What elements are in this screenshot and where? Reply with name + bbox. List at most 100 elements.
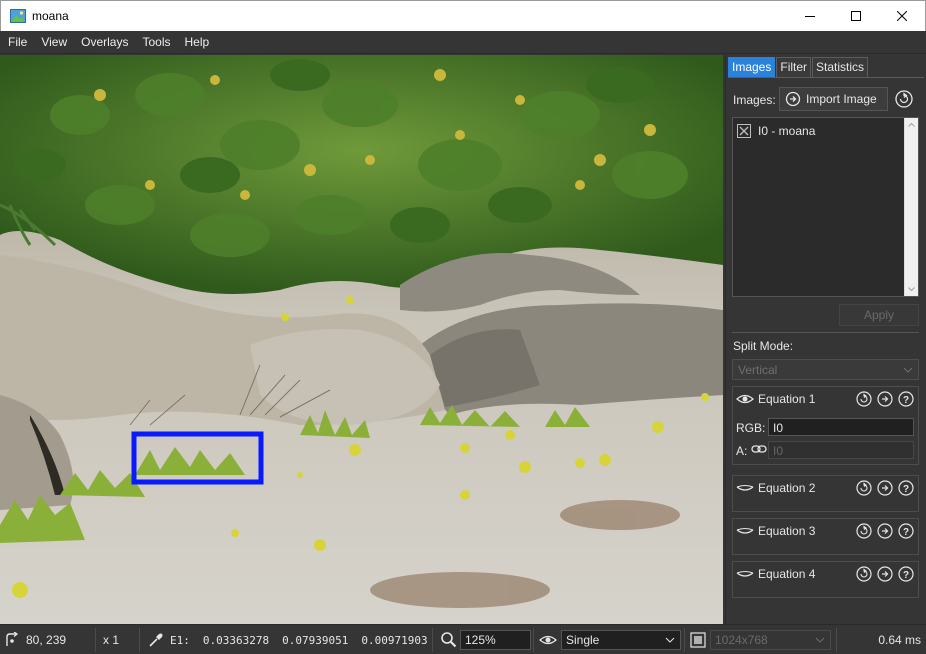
minimize-icon <box>805 16 815 17</box>
right-panel: Images Filter Statistics Images: Import … <box>725 55 926 624</box>
cursor-coordinates: 80, 239 <box>26 633 67 647</box>
close-icon <box>897 11 907 21</box>
status-divider <box>684 628 685 652</box>
title-bar: moana <box>0 0 926 31</box>
images-label: Images: <box>733 93 776 107</box>
maximize-button[interactable] <box>833 1 879 31</box>
minimize-button[interactable] <box>787 1 833 31</box>
pixel-inspector: E1: 0.03363278 0.07939051 0.00971903 <box>148 625 428 654</box>
alpha-equation-input[interactable]: I0 <box>768 441 914 459</box>
display-mode-select[interactable]: Single <box>561 630 681 650</box>
tab-underline <box>728 77 924 78</box>
equation-1-group: Equation 1 ? RGB: I0 A: I0 <box>732 386 919 465</box>
menu-file[interactable]: File <box>1 31 34 53</box>
equation-3-group: Equation 3 ? <box>732 518 919 555</box>
help-icon[interactable]: ? <box>898 566 914 582</box>
status-divider <box>432 628 433 652</box>
chevron-down-icon <box>815 637 825 643</box>
import-icon[interactable] <box>877 480 893 496</box>
multiplier: x 1 <box>103 633 120 647</box>
scroll-up-icon[interactable] <box>905 120 918 130</box>
menu-view[interactable]: View <box>34 31 74 53</box>
import-image-label: Import Image <box>806 92 877 106</box>
cursor-position: 80, 239 <box>4 625 66 654</box>
import-icon[interactable] <box>877 523 893 539</box>
image-list-scrollbar[interactable] <box>904 118 918 296</box>
alpha-label: A: <box>736 444 748 458</box>
equation-4-header: Equation 4 ? <box>733 562 918 586</box>
equation-2-header: Equation 2 ? <box>733 476 918 500</box>
eye-icon <box>539 635 557 645</box>
chevron-down-icon <box>903 367 913 373</box>
split-mode-value: Vertical <box>738 363 778 377</box>
reload-icon[interactable] <box>856 391 872 407</box>
eye-icon[interactable] <box>736 392 754 406</box>
import-icon <box>785 91 801 107</box>
rendered-image <box>0 55 723 624</box>
list-item[interactable]: I0 - moana <box>737 122 815 140</box>
svg-text:?: ? <box>903 484 909 495</box>
svg-text:?: ? <box>903 395 909 406</box>
split-mode-select[interactable]: Vertical <box>732 359 919 380</box>
rgb-equation-input[interactable]: I0 <box>768 418 914 436</box>
reload-icon[interactable] <box>856 523 872 539</box>
eye-closed-icon[interactable] <box>736 524 754 538</box>
import-icon[interactable] <box>877 566 893 582</box>
equation-2-group: Equation 2 ? <box>732 475 919 512</box>
image-list-label: I0 - moana <box>758 124 816 138</box>
eye-closed-icon[interactable] <box>736 481 754 495</box>
reload-icon <box>895 90 913 108</box>
cursor-position-icon <box>6 632 19 646</box>
menu-bar: File View Overlays Tools Help <box>0 31 926 54</box>
render-time: 0.64 ms <box>878 633 921 647</box>
apply-button[interactable]: Apply <box>839 304 919 326</box>
maximize-icon <box>851 11 861 21</box>
pixel-value-b: 0.00971903 <box>361 633 428 647</box>
status-divider <box>836 628 837 652</box>
equation-indicator: E1: <box>170 633 190 647</box>
svg-text:?: ? <box>903 570 909 581</box>
svg-text:?: ? <box>903 527 909 538</box>
link-icon[interactable] <box>751 443 767 455</box>
import-icon[interactable] <box>877 391 893 407</box>
equation-2-label: Equation 2 <box>758 481 816 495</box>
status-divider <box>139 628 140 652</box>
image-canvas[interactable] <box>0 55 723 624</box>
reload-icon[interactable] <box>856 480 872 496</box>
status-divider <box>95 628 96 652</box>
tab-filter[interactable]: Filter <box>776 57 812 77</box>
equation-1-label: Equation 1 <box>758 392 816 406</box>
equation-4-label: Equation 4 <box>758 567 816 581</box>
pixel-value-r: 0.03363278 <box>202 633 270 647</box>
equation-3-header: Equation 3 ? <box>733 519 918 543</box>
help-icon[interactable]: ? <box>898 391 914 407</box>
menu-help[interactable]: Help <box>178 31 217 53</box>
panel-divider <box>732 332 919 333</box>
resolution-value: 1024x768 <box>715 633 768 647</box>
equation-3-label: Equation 3 <box>758 524 816 538</box>
help-icon[interactable]: ? <box>898 480 914 496</box>
tab-images[interactable]: Images <box>728 57 776 77</box>
panel-tabs: Images Filter Statistics <box>728 57 869 77</box>
reload-images-button[interactable] <box>894 89 914 109</box>
menu-overlays[interactable]: Overlays <box>74 31 135 53</box>
display-mode-value: Single <box>566 633 600 647</box>
rgb-label: RGB: <box>736 421 766 435</box>
menu-tools[interactable]: Tools <box>135 31 177 53</box>
resolution-select[interactable]: 1024x768 <box>710 630 831 650</box>
zoom-input[interactable]: 125% <box>460 630 531 650</box>
image-app-icon <box>10 9 26 23</box>
image-list[interactable]: I0 - moana <box>732 117 919 297</box>
help-icon[interactable]: ? <box>898 523 914 539</box>
resolution-icon <box>690 632 706 648</box>
scroll-down-icon[interactable] <box>905 284 918 294</box>
close-button[interactable] <box>879 1 925 31</box>
split-mode-label: Split Mode: <box>733 339 794 353</box>
import-image-button[interactable]: Import Image <box>779 87 888 111</box>
eye-closed-icon[interactable] <box>736 567 754 581</box>
image-close-icon[interactable] <box>737 124 751 138</box>
tab-statistics[interactable]: Statistics <box>812 57 869 77</box>
zoom-icon <box>441 632 457 648</box>
pixel-value-g: 0.07939051 <box>282 633 349 647</box>
reload-icon[interactable] <box>856 566 872 582</box>
